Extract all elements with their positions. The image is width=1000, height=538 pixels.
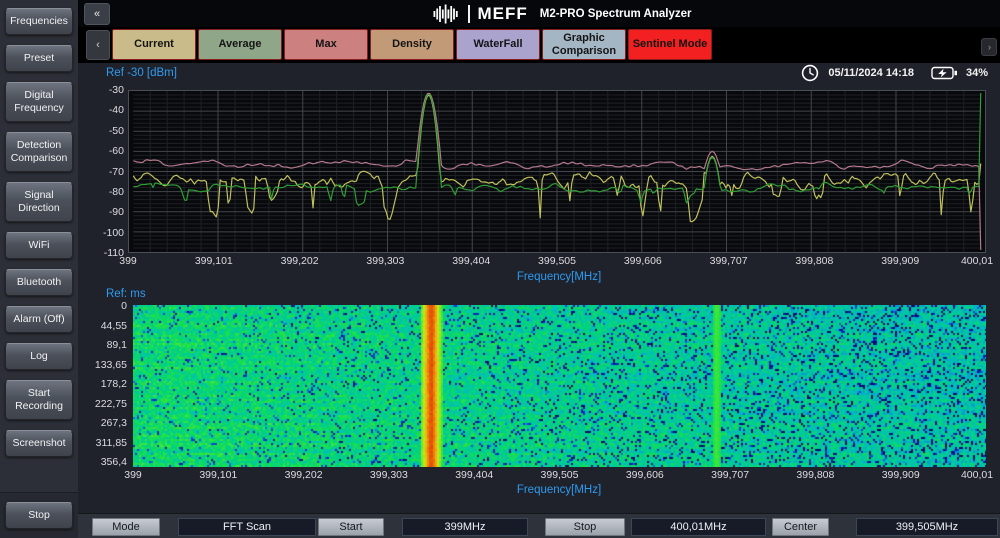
spectrum-ref-label: Ref -30 [dBm] bbox=[106, 67, 177, 79]
spectrum-ytick: -100 bbox=[80, 227, 124, 239]
sidebar-item-frequencies[interactable]: Frequencies bbox=[5, 8, 73, 35]
waterfall-ref-label: Ref: ms bbox=[106, 288, 146, 300]
spectrum-ytick: -50 bbox=[80, 125, 124, 137]
sidebar: Frequencies Preset Digital Frequency Detect… bbox=[0, 0, 78, 538]
sidebar-item-log[interactable]: Log bbox=[5, 343, 73, 370]
sidebar-button-list: Frequencies Preset Digital Frequency Detect… bbox=[0, 0, 78, 457]
spectrum-xtick: 399,101 bbox=[186, 255, 242, 267]
waterfall-ytick: 222,75 bbox=[85, 398, 127, 410]
waterfall-xtick: 399,101 bbox=[190, 469, 246, 481]
waterfall-plot[interactable] bbox=[133, 305, 986, 467]
bottom-399-505mhz-field[interactable]: 399,505MHz bbox=[856, 518, 998, 536]
tab-waterfall[interactable]: WaterFall bbox=[456, 29, 540, 60]
collapse-sidebar-button[interactable]: « bbox=[84, 3, 110, 25]
waterfall-xtick: 399 bbox=[105, 469, 161, 481]
waterfall-x-axis-title: Frequency[MHz] bbox=[498, 484, 620, 496]
sidebar-item-stop[interactable]: Stop bbox=[5, 502, 73, 529]
spectrum-ytick: -30 bbox=[80, 84, 124, 96]
waterfall-ytick: 311,85 bbox=[85, 437, 127, 449]
spectrum-ytick: -60 bbox=[80, 145, 124, 157]
tab-sentinel-mode[interactable]: Sentinel Mode bbox=[628, 29, 712, 60]
waterfall-xtick: 399,909 bbox=[873, 469, 929, 481]
waterfall-ytick: 356,4 bbox=[85, 456, 127, 468]
waterfall-xtick: 399,606 bbox=[617, 469, 673, 481]
waterfall-xtick: 399,808 bbox=[787, 469, 843, 481]
app-logo: MEFF M2-PRO Spectrum Analyzer bbox=[433, 3, 692, 25]
spectrum-xtick: 399,808 bbox=[786, 255, 842, 267]
waterfall-ytick: 267,3 bbox=[85, 417, 127, 429]
title-bar: « MEFF M2-PRO Spectrum Analyzer bbox=[78, 0, 1000, 27]
sidebar-item-start-recording[interactable]: Start Recording bbox=[5, 380, 73, 420]
bottom-control-bar: Mode FFT ScanStart 399MHz Stop 400,01MHz Cent… bbox=[78, 513, 1000, 538]
tab-bar: ‹ CurrentAverageMaxDensityWaterFallGraph… bbox=[78, 27, 1000, 63]
spectrum-xtick: 399,606 bbox=[615, 255, 671, 267]
waterfall-xtick: 399,202 bbox=[276, 469, 332, 481]
waterfall-ytick: 44,55 bbox=[85, 320, 127, 332]
waterfall-xtick: 399,303 bbox=[361, 469, 417, 481]
tab-graphic-comparison[interactable]: Graphic Comparison bbox=[542, 29, 626, 60]
waterfall-xtick: 399,707 bbox=[702, 469, 758, 481]
tab-density[interactable]: Density bbox=[370, 29, 454, 60]
waterfall-ytick: 178,2 bbox=[85, 378, 127, 390]
bottom-399mhz-field[interactable]: 399MHz bbox=[402, 518, 528, 536]
sidebar-item-wifi[interactable]: WiFi bbox=[5, 232, 73, 259]
sidebar-item-alarm-off[interactable]: Alarm (Off) bbox=[5, 306, 73, 333]
spectrum-x-axis-title: Frequency[MHz] bbox=[498, 271, 620, 283]
spectrum-xtick: 399,909 bbox=[872, 255, 928, 267]
sidebar-item-bluetooth[interactable]: Bluetooth bbox=[5, 269, 73, 296]
waterfall-xtick: 399,505 bbox=[532, 469, 588, 481]
bottom-mode-button[interactable]: Mode bbox=[92, 518, 160, 536]
spectrum-ytick: -80 bbox=[80, 186, 124, 198]
page-title: M2-PRO Spectrum Analyzer bbox=[540, 8, 692, 20]
waterfall-xtick: 400,01 bbox=[949, 469, 1000, 481]
sidebar-item-signal-direction[interactable]: Signal Direction bbox=[5, 182, 73, 222]
bottom-center-button[interactable]: Center bbox=[772, 518, 829, 536]
waterfall-ytick: 133,65 bbox=[85, 359, 127, 371]
spectrum-xtick: 399 bbox=[100, 255, 156, 267]
main-area: « MEFF M2-PRO Spectrum Analyzer ‹ bbox=[78, 0, 1000, 538]
spectrum-xtick: 399,505 bbox=[529, 255, 585, 267]
sidebar-item-detection-comparison[interactable]: Detection Comparison bbox=[5, 132, 73, 172]
spectrum-ytick: -70 bbox=[80, 166, 124, 178]
status-area: 05/11/2024 14:18 34% bbox=[801, 64, 988, 82]
waterfall-ytick: 89,1 bbox=[85, 339, 127, 351]
tab-average[interactable]: Average bbox=[198, 29, 282, 60]
spectrum-plot[interactable] bbox=[128, 90, 986, 253]
battery-percent: 34% bbox=[966, 67, 988, 79]
spectrum-xtick: 400,01 bbox=[949, 255, 1000, 267]
spectrum-xtick: 399,303 bbox=[357, 255, 413, 267]
clock-icon bbox=[801, 64, 819, 82]
sidebar-item-digital-frequency[interactable]: Digital Frequency bbox=[5, 82, 73, 122]
datetime-text: 05/11/2024 14:18 bbox=[828, 67, 914, 79]
bottom-400-01mhz-field[interactable]: 400,01MHz bbox=[631, 518, 766, 536]
bottom-fft-scan-field[interactable]: FFT Scan bbox=[178, 518, 316, 536]
spectrum-xtick: 399,404 bbox=[443, 255, 499, 267]
logo-separator bbox=[468, 5, 470, 23]
spectrum-xtick: 399,202 bbox=[272, 255, 328, 267]
waterfall-ytick: 0 bbox=[85, 300, 127, 312]
sidebar-item-screenshot[interactable]: Screenshot bbox=[5, 430, 73, 457]
waterfall-xtick: 399,404 bbox=[446, 469, 502, 481]
sidebar-bottom-section: Stop bbox=[0, 492, 78, 538]
logo-text: MEFF bbox=[478, 4, 528, 24]
waveform-icon bbox=[433, 3, 460, 25]
spectrum-xtick: 399,707 bbox=[701, 255, 757, 267]
tabs-scroll-right-button[interactable]: › bbox=[981, 38, 997, 56]
battery-icon bbox=[931, 66, 958, 80]
tabs-scroll-left-button[interactable]: ‹ bbox=[86, 30, 110, 60]
bottom-stop-button[interactable]: Stop bbox=[545, 518, 625, 536]
tab-current[interactable]: Current bbox=[112, 29, 196, 60]
bottom-start-button[interactable]: Start bbox=[318, 518, 384, 536]
app-root: Frequencies Preset Digital Frequency Detect… bbox=[0, 0, 1000, 538]
tab-max[interactable]: Max bbox=[284, 29, 368, 60]
sidebar-item-preset[interactable]: Preset bbox=[5, 45, 73, 72]
spectrum-ytick: -90 bbox=[80, 206, 124, 218]
spectrum-ytick: -40 bbox=[80, 104, 124, 116]
